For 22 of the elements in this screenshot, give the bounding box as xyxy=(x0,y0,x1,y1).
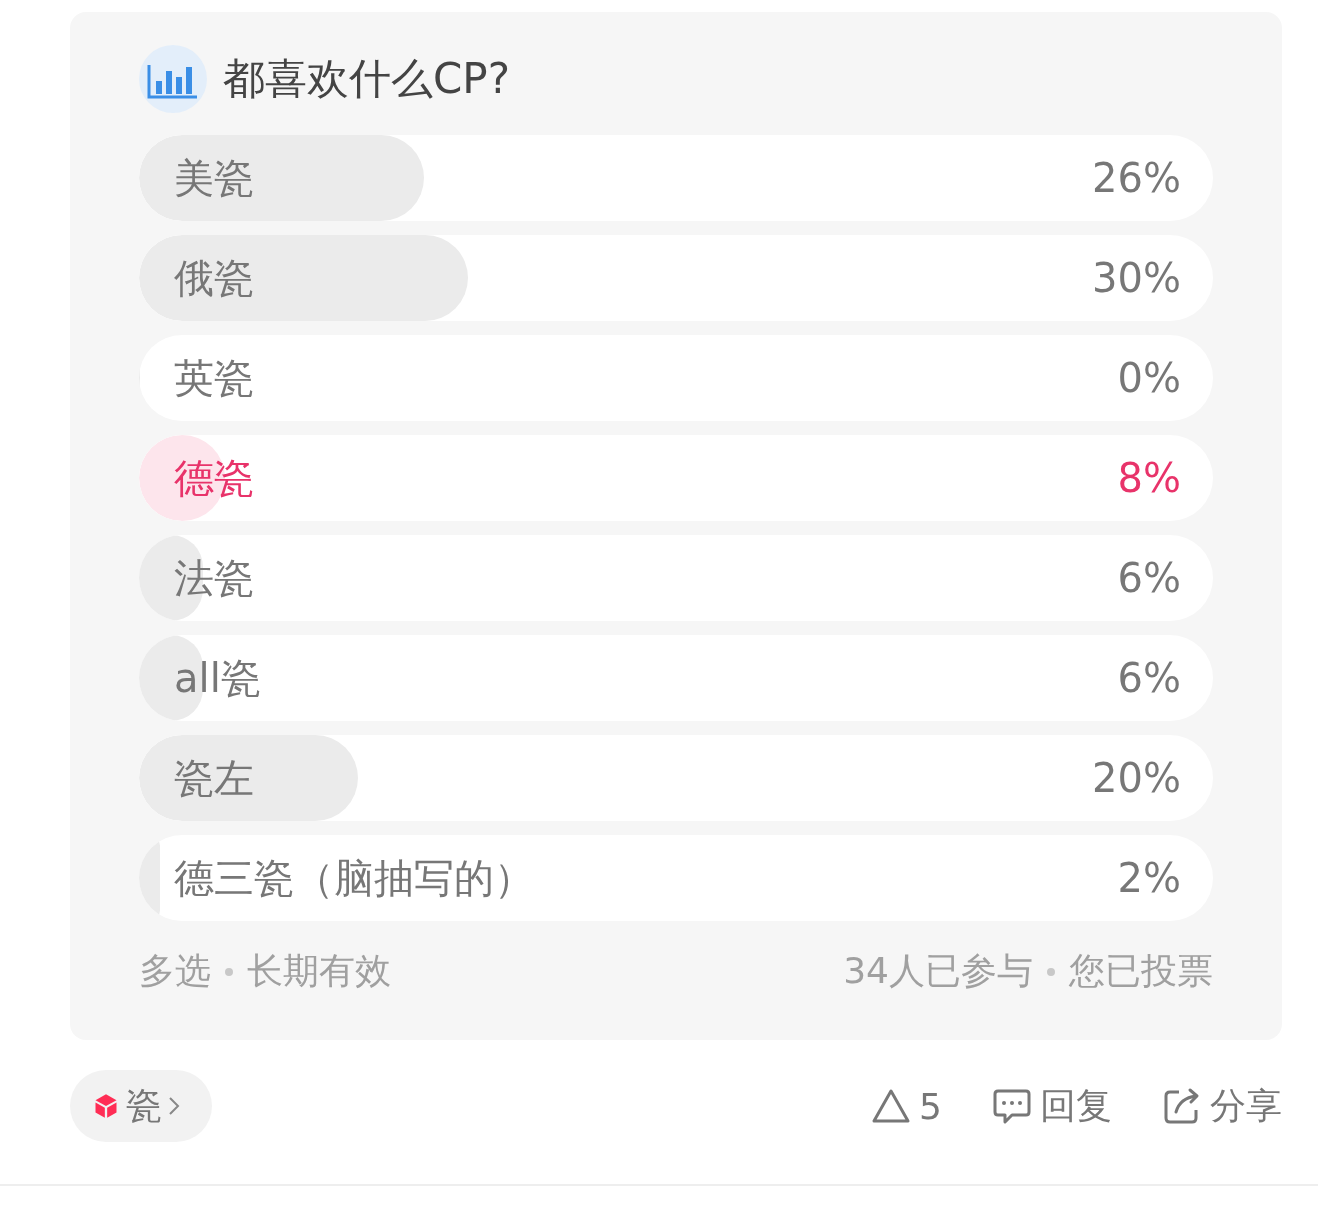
poll-option[interactable]: 德瓷 8% xyxy=(139,435,1213,521)
share-button[interactable]: 分享 xyxy=(1162,1081,1282,1131)
poll-option[interactable]: 德三瓷（脑抽写的） 2% xyxy=(139,835,1213,921)
poll-option[interactable]: 瓷左 20% xyxy=(139,735,1213,821)
topic-tag[interactable]: 瓷 xyxy=(70,1070,212,1142)
like-button[interactable]: 5 xyxy=(871,1085,942,1127)
separator-dot xyxy=(1047,967,1055,976)
chevron-right-icon xyxy=(168,1096,180,1116)
poll-option[interactable]: 俄瓷 30% xyxy=(139,235,1213,321)
poll-info: 多选 xyxy=(139,949,211,993)
poll-status: 34人已参与 xyxy=(843,949,1033,993)
poll-title: 都喜欢什么CP? xyxy=(223,53,510,105)
triangle-icon xyxy=(871,1088,912,1124)
poll-option[interactable]: 法瓷 6% xyxy=(139,535,1213,621)
poll-option[interactable]: 美瓷 26% xyxy=(139,135,1213,221)
poll-info: 长期有效 xyxy=(247,949,391,993)
poll-status: 您已投票 xyxy=(1069,949,1213,993)
poll-option[interactable]: 英瓷 0% xyxy=(139,335,1213,421)
bar-chart-icon xyxy=(139,45,207,113)
separator-dot xyxy=(225,967,233,976)
reply-button[interactable]: 回复 xyxy=(992,1081,1112,1131)
poll-option[interactable]: all瓷 6% xyxy=(139,635,1213,721)
